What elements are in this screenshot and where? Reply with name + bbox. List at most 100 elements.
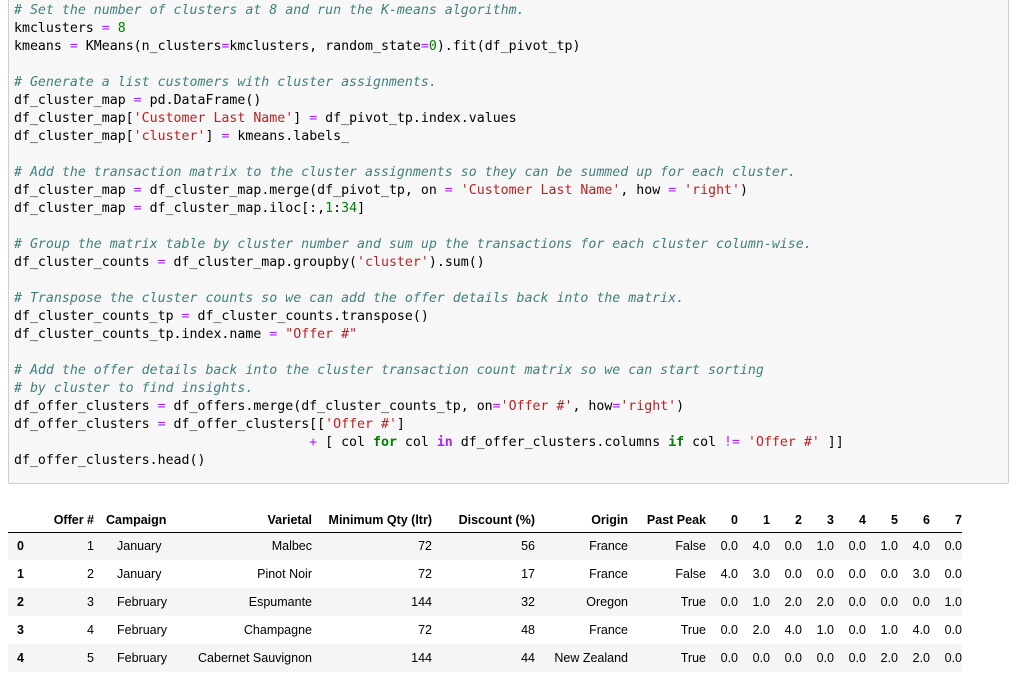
- code-token: values: [468, 111, 517, 126]
- code-token: # Set the number of clusters at 8 and ru…: [14, 3, 525, 18]
- code-token: iloc[:,: [269, 201, 326, 216]
- table-cell: 0.0: [848, 567, 866, 581]
- code-token: 'right': [684, 183, 740, 198]
- code-line: + [ col for col in df_offer_clusters.col…: [14, 434, 844, 452]
- table-body: 0 1 January Malbec 72 56 France False 0.0 4.0 0.0 1…: [8, 532, 962, 672]
- table-cell: 2.0: [784, 595, 802, 609]
- code-line: df_cluster_map = df_cluster_map.merge(df…: [14, 182, 844, 200]
- table-cell: 0.0: [720, 539, 738, 554]
- table-row: 1 2 January Pinot Noir 72 17 France False 4.0 3.0…: [8, 560, 962, 588]
- code-line: df_offer_clusters = df_offers.merge(df_c…: [14, 398, 844, 416]
- code-token: # Group the matrix table by cluster numb…: [14, 237, 812, 252]
- table-cell: 4.0: [720, 567, 738, 581]
- column-header-cluster-6: 6: [898, 508, 930, 533]
- code-editor[interactable]: # Set the number of clusters at 8 and ru…: [14, 2, 844, 470]
- code-line: # Add the offer details back into the cl…: [14, 362, 844, 380]
- code-token: labels_: [293, 129, 350, 144]
- table-cell: February: [117, 651, 168, 665]
- code-token: [ col: [317, 435, 373, 450]
- code-line: df_cluster_counts_tp = df_cluster_counts…: [14, 308, 844, 326]
- code-token: df_cluster_counts: [14, 255, 158, 270]
- table-cell: 2.0: [816, 595, 834, 609]
- code-line: # by cluster to find insights.: [14, 380, 844, 398]
- code-token: columns: [604, 435, 669, 450]
- code-token: =: [69, 39, 78, 54]
- table-cell: 4.0: [752, 539, 770, 554]
- table-cell: 1: [87, 539, 94, 554]
- table-cell: February: [117, 595, 168, 609]
- table-cell: France: [589, 623, 628, 637]
- code-line: df_offer_clusters = df_offer_clusters[['…: [14, 416, 844, 434]
- code-token: col: [396, 435, 437, 450]
- table-cell: 0.0: [720, 595, 738, 609]
- code-line: df_cluster_map['cluster'] = kmeans.label…: [14, 128, 844, 146]
- code-line: df_cluster_map = pd.DataFrame(): [14, 92, 844, 110]
- table-cell: True: [680, 623, 706, 637]
- table-cell: 0.0: [912, 595, 930, 609]
- index-header: [8, 508, 40, 533]
- table-cell: 0.0: [880, 567, 898, 581]
- code-token: sum(): [444, 255, 485, 270]
- code-token: ): [676, 399, 685, 414]
- table-cell: 0.0: [784, 539, 802, 554]
- table-cell: 17: [521, 567, 535, 581]
- table-row: 4 5 February Cabernet Sauvignon 144 44 New Zea…: [8, 644, 962, 672]
- code-line: df_cluster_map['Customer Last Name'] = d…: [14, 110, 844, 128]
- table-cell: 0.0: [848, 623, 866, 637]
- table-cell: 2.0: [752, 623, 770, 637]
- code-token: col: [684, 435, 725, 450]
- code-token: :: [333, 201, 342, 216]
- code-token: 'Customer Last Name': [133, 111, 294, 126]
- table-cell: 4.0: [912, 623, 930, 637]
- code-token: df_offer_clusters.: [452, 435, 605, 450]
- code-token: "Offer #": [285, 327, 358, 342]
- table-cell: 0.0: [848, 595, 866, 609]
- table-cell: New Zealand: [554, 651, 628, 665]
- code-token: df_pivot_tp.: [317, 111, 421, 126]
- code-token: df_offer_clusters: [14, 399, 158, 414]
- code-cell[interactable]: # Set the number of clusters at 8 and ru…: [8, 0, 1009, 484]
- table-cell: 0.0: [784, 567, 802, 581]
- table-cell: True: [680, 651, 706, 665]
- code-line: # Set the number of clusters at 8 and ru…: [14, 2, 844, 20]
- code-token: df_offers.: [165, 399, 254, 414]
- table-cell: 1.0: [880, 623, 898, 637]
- table-cell: 4.0: [912, 539, 930, 554]
- table-cell: 72: [418, 539, 432, 554]
- output-area: Offer # Campaign Varietal Minimum Qty (l…: [8, 508, 962, 672]
- code-token: 1: [325, 201, 334, 216]
- code-token: # Transpose the cluster counts so we can…: [14, 291, 685, 306]
- table-cell: February: [117, 623, 168, 637]
- table-cell: 1.0: [752, 595, 770, 609]
- code-token: =: [133, 201, 142, 216]
- code-token: !=: [724, 435, 741, 450]
- code-token: if: [668, 435, 685, 450]
- code-token: , how: [572, 399, 613, 414]
- code-token: =: [157, 417, 166, 432]
- row-index: 0: [17, 539, 24, 554]
- code-line: df_cluster_counts_tp.index.name = "Offer…: [14, 326, 844, 344]
- code-token: df_cluster_map[: [14, 111, 134, 126]
- code-token: df_cluster_map: [14, 183, 134, 198]
- column-header-cluster-0: 0: [706, 508, 738, 533]
- code-line: # Group the matrix table by cluster numb…: [14, 236, 844, 254]
- column-header-discount: Discount (%): [432, 508, 535, 533]
- table-cell: 3: [87, 595, 94, 609]
- code-token: df_cluster_counts.: [189, 309, 342, 324]
- code-token: index.: [181, 327, 230, 342]
- code-token: 'right': [620, 399, 677, 414]
- column-header-cluster-1: 1: [738, 508, 770, 533]
- code-token: df_cluster_map[: [14, 129, 134, 144]
- code-token: in: [436, 435, 453, 450]
- code-line: # Transpose the cluster counts so we can…: [14, 290, 844, 308]
- code-token: 'Offer #': [748, 435, 820, 450]
- column-header-cluster-5: 5: [866, 508, 898, 533]
- code-token: =: [444, 183, 453, 198]
